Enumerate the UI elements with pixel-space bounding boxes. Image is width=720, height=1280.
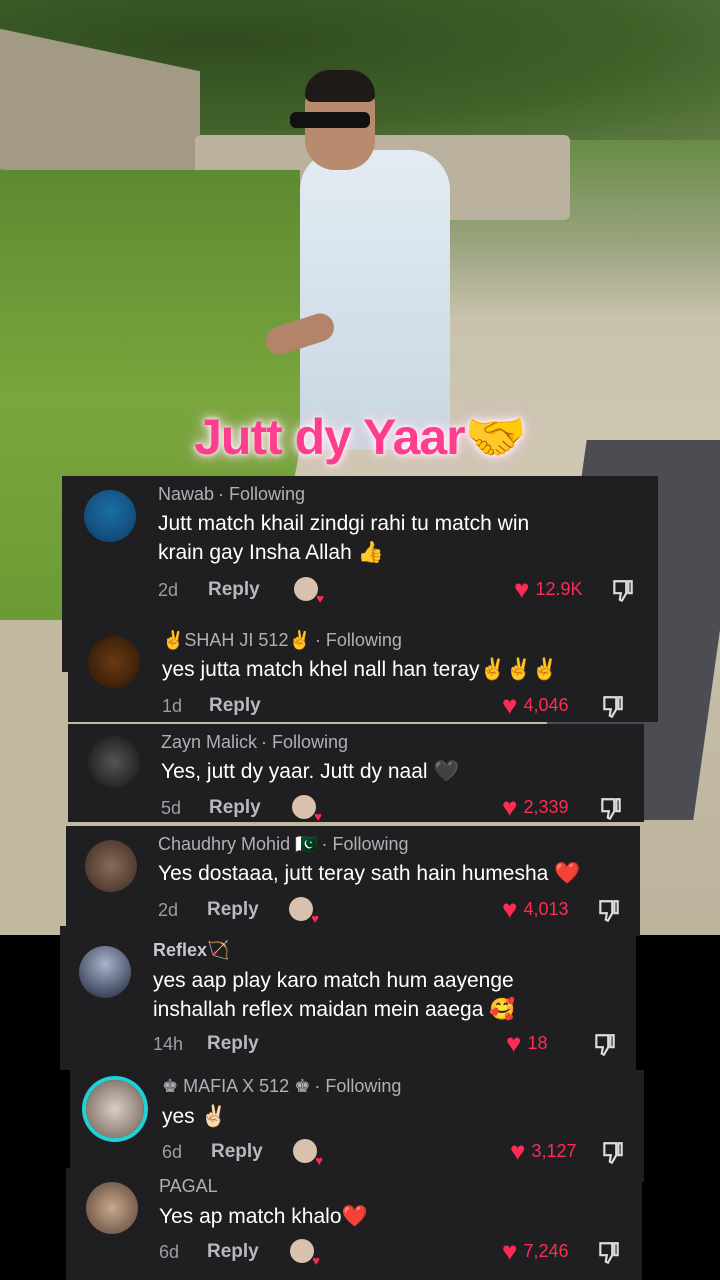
- comment-card: Chaudhry Mohid 🇵🇰 · Following Yes dostaaa…: [66, 826, 640, 936]
- comment-text: Jutt match khail zindgi rahi tu match wi…: [158, 512, 530, 564]
- like-count: 12.9K: [535, 578, 583, 599]
- man-walking: [262, 70, 450, 460]
- avatar[interactable]: [86, 1080, 144, 1138]
- like-count: 4,046: [523, 694, 569, 715]
- hair: [305, 70, 375, 102]
- comment-time: 5d: [161, 798, 182, 818]
- reply-button[interactable]: Reply: [208, 579, 260, 601]
- like-button[interactable]: ♥ 4,013: [502, 894, 569, 924]
- dislike-icon[interactable]: [592, 1032, 618, 1058]
- like-count: 4,013: [523, 898, 569, 919]
- like-button[interactable]: ♥ 18: [506, 1028, 548, 1058]
- dislike-icon[interactable]: [610, 578, 636, 604]
- comment-username[interactable]: Zayn Malick · Following: [161, 732, 348, 753]
- comment-username[interactable]: Nawab · Following: [158, 484, 305, 505]
- comment-text: yes ✌🏻: [162, 1105, 227, 1128]
- comment-time: 6d: [159, 1242, 180, 1262]
- comment-username[interactable]: Chaudhry Mohid 🇵🇰 · Following: [158, 834, 409, 855]
- comment-username[interactable]: ♚ MAFIA X 512 ♚ · Following: [162, 1076, 401, 1097]
- like-count: 18: [527, 1032, 548, 1053]
- comment-username[interactable]: Reflex🏹: [153, 940, 233, 961]
- like-button[interactable]: ♥ 7,246: [502, 1236, 569, 1266]
- comment-text: yes aap play karo match hum aayenge insha…: [153, 969, 516, 1021]
- dislike-icon[interactable]: [598, 796, 624, 822]
- dislike-icon[interactable]: [600, 1140, 626, 1166]
- comment-text: Yes dostaaa, jutt teray sath hain humesh…: [158, 862, 581, 885]
- avatar[interactable]: [86, 1182, 138, 1234]
- comment-username[interactable]: ✌️SHAH JI 512✌️ · Following: [162, 630, 402, 651]
- comment-card: PAGAL Yes ap match khalo❤️ 6d Reply ♥7,2…: [66, 1168, 642, 1280]
- heart-icon: ♥: [514, 574, 530, 604]
- heart-icon: ♥: [502, 690, 518, 720]
- like-button[interactable]: ♥ 4,046: [502, 690, 569, 720]
- comment-time: 6d: [162, 1142, 183, 1162]
- white-shirt: [300, 150, 450, 450]
- like-count: 3,127: [531, 1140, 577, 1161]
- like-button[interactable]: ♥ 12.9K: [514, 574, 583, 604]
- comment-text: yes jutta match khel nall han teray✌️✌️✌…: [162, 658, 558, 681]
- avatar[interactable]: [88, 636, 140, 688]
- avatar[interactable]: [88, 736, 140, 788]
- heart-icon: ♥: [502, 792, 518, 822]
- avatar[interactable]: [84, 490, 136, 542]
- heart-icon: ♥: [506, 1028, 522, 1058]
- like-count: 7,246: [523, 1240, 569, 1261]
- dislike-icon[interactable]: [596, 898, 622, 924]
- creator-liked-avatar: [293, 1139, 323, 1168]
- comment-text: Yes ap match khalo❤️: [159, 1205, 368, 1228]
- comment-time: 2d: [158, 580, 179, 600]
- like-button[interactable]: ♥ 2,339: [502, 792, 569, 822]
- sidewalk: [0, 620, 70, 935]
- reply-button[interactable]: Reply: [207, 1033, 259, 1055]
- creator-liked-avatar: [294, 577, 324, 606]
- reply-button[interactable]: Reply: [209, 695, 261, 717]
- avatar[interactable]: [79, 946, 131, 998]
- comment-card: ✌️SHAH JI 512✌️ · Following yes jutta mat…: [68, 624, 658, 722]
- reply-button[interactable]: Reply: [211, 1141, 263, 1163]
- heart-icon: ♥: [510, 1136, 526, 1166]
- comment-time: 1d: [162, 696, 183, 716]
- video-caption-overlay: Jutt dy Yaar🤝: [194, 409, 527, 465]
- sunglasses: [290, 112, 370, 128]
- comment-time: 2d: [158, 900, 179, 920]
- creator-liked-avatar: [292, 795, 322, 824]
- comment-username[interactable]: PAGAL: [159, 1176, 222, 1197]
- like-count: 2,339: [523, 796, 569, 817]
- reply-button[interactable]: Reply: [209, 797, 261, 819]
- comment-card: Zayn Malick · Following Yes, jutt dy yaar…: [68, 724, 644, 824]
- creator-liked-avatar: [289, 897, 319, 926]
- heart-icon: ♥: [502, 894, 518, 924]
- comment-card: ♚ MAFIA X 512 ♚ · Following yes ✌🏻 6d Rep…: [70, 1070, 644, 1182]
- avatar[interactable]: [85, 840, 137, 892]
- reply-button[interactable]: Reply: [207, 899, 259, 921]
- comment-time: 14h: [153, 1034, 184, 1054]
- comment-card: Reflex🏹 yes aap play karo match hum aaye…: [60, 926, 636, 1070]
- comment-text: Yes, jutt dy yaar. Jutt dy naal 🖤: [161, 760, 460, 783]
- dislike-icon[interactable]: [600, 694, 626, 720]
- like-button[interactable]: ♥ 3,127: [510, 1136, 577, 1166]
- dislike-icon[interactable]: [596, 1240, 622, 1266]
- heart-icon: ♥: [502, 1236, 518, 1266]
- creator-liked-avatar: [290, 1239, 320, 1268]
- reply-button[interactable]: Reply: [207, 1241, 259, 1263]
